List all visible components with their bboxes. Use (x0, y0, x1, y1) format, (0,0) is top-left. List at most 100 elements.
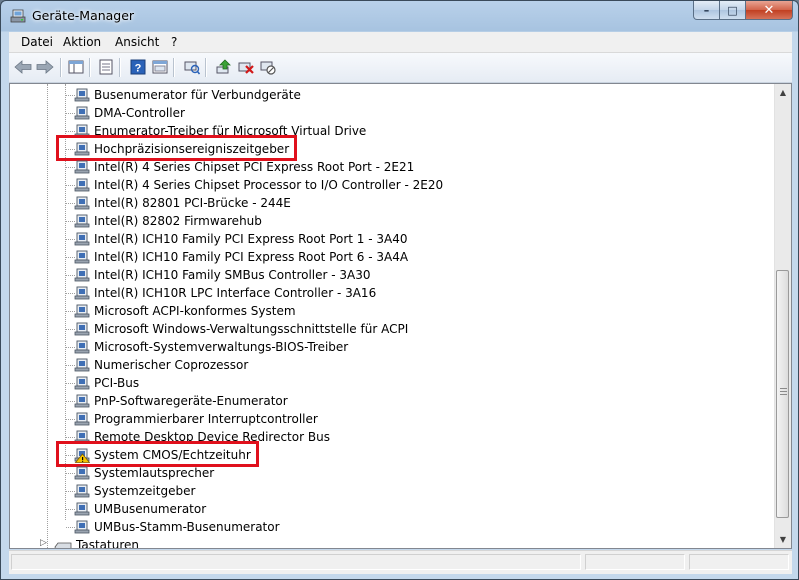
system-device-icon (74, 160, 90, 174)
device-manager-app-icon (10, 9, 26, 23)
menu-bar: Datei Aktion Ansicht ? (9, 32, 792, 53)
title-bar[interactable]: Geräte-Manager – □ ✕ (1, 1, 798, 31)
properties-icon (99, 59, 113, 75)
tree-item-device[interactable]: Busenumerator für Verbundgeräte (10, 86, 775, 104)
scroll-down-arrow-icon: ▼ (779, 535, 787, 544)
tree-item-label: Systemzeitgeber (94, 484, 196, 498)
tree-item-label: Numerischer Coprozessor (94, 358, 249, 372)
tree-item-device[interactable]: Microsoft Windows-Verwaltungsschnittstel… (10, 320, 775, 338)
toolbar: ? (9, 53, 792, 83)
close-button[interactable]: ✕ (746, 1, 793, 20)
forward-icon (36, 60, 54, 74)
tree-item-device[interactable]: Systemlautsprecher (10, 464, 775, 482)
thumb-grip (780, 394, 787, 395)
menu-aktion[interactable]: Aktion (63, 35, 101, 49)
uninstall-button[interactable] (237, 58, 255, 76)
tree-item-device[interactable]: Programmierbarer Interruptcontroller (10, 410, 775, 428)
tree-item-device[interactable]: Microsoft ACPI-konformes System (10, 302, 775, 320)
window-title: Geräte-Manager (32, 8, 135, 23)
system-device-icon (74, 484, 90, 498)
thumb-grip (780, 391, 787, 392)
tree-item-device[interactable]: Intel(R) ICH10 Family SMBus Controller -… (10, 266, 775, 284)
toolbar-separator (89, 58, 91, 77)
scroll-up-button[interactable]: ▲ (775, 84, 791, 101)
device-tree-panel: Busenumerator für Verbundgeräte DMA-Contr… (9, 83, 792, 549)
back-icon (14, 60, 32, 74)
status-pane-3 (689, 554, 789, 570)
tree-item-label: Intel(R) ICH10 Family SMBus Controller -… (94, 268, 371, 282)
toolbar-separator (205, 58, 207, 77)
toolbar-separator (60, 58, 62, 77)
status-pane-main (11, 554, 581, 570)
minimize-button[interactable]: – (693, 1, 720, 20)
status-bar (9, 550, 792, 574)
tree-item-label: Busenumerator für Verbundgeräte (94, 88, 301, 102)
system-device-icon (74, 376, 90, 390)
tree-item-device[interactable]: Intel(R) ICH10 Family PCI Express Root P… (10, 230, 775, 248)
tree-item-device[interactable]: PCI-Bus (10, 374, 775, 392)
tree-item-device[interactable]: DMA-Controller (10, 104, 775, 122)
menu-help[interactable]: ? (171, 35, 177, 49)
system-device-icon (74, 196, 90, 210)
vertical-scrollbar[interactable]: ▲ ▼ (774, 84, 791, 548)
maximize-icon: □ (727, 3, 738, 17)
tree-category-keyboards[interactable]: ▷ Tastaturen (10, 536, 775, 549)
keyboard-icon (54, 542, 72, 548)
disable-device-button[interactable] (259, 58, 277, 76)
scan-hardware-button[interactable] (183, 58, 201, 76)
device-tree[interactable]: Busenumerator für Verbundgeräte DMA-Contr… (10, 84, 775, 548)
tree-view-icon (68, 60, 84, 74)
properties-button[interactable] (97, 58, 115, 76)
expand-arrow-icon[interactable]: ▷ (40, 538, 47, 548)
tree-item-device[interactable]: Intel(R) 4 Series Chipset Processor to I… (10, 176, 775, 194)
maximize-button[interactable]: □ (720, 1, 746, 20)
system-device-icon (74, 268, 90, 282)
tree-item-label: Intel(R) 4 Series Chipset PCI Express Ro… (94, 160, 415, 174)
status-pane-2 (585, 554, 685, 570)
scan-hardware-icon (184, 61, 200, 75)
tree-item-device[interactable]: UMBus-Stamm-Busenumerator (10, 518, 775, 536)
update-driver-button[interactable] (215, 58, 233, 76)
tree-item-device[interactable]: Intel(R) 82802 Firmwarehub (10, 212, 775, 230)
tree-item-device[interactable]: Intel(R) 4 Series Chipset PCI Express Ro… (10, 158, 775, 176)
console-button[interactable] (151, 58, 169, 76)
tree-item-label: Intel(R) 82801 PCI-Brücke - 244E (94, 196, 291, 210)
svg-text:?: ? (135, 63, 142, 75)
scroll-thumb[interactable] (776, 270, 789, 518)
toolbar-separator (173, 58, 175, 77)
system-device-icon (74, 358, 90, 372)
tree-item-device[interactable]: Intel(R) ICH10 Family PCI Express Root P… (10, 248, 775, 266)
scroll-down-button[interactable]: ▼ (775, 531, 791, 548)
tree-item-device[interactable]: PnP-Softwaregeräte-Enumerator (10, 392, 775, 410)
forward-button[interactable] (36, 58, 54, 76)
update-driver-icon (216, 59, 231, 74)
tree-item-device[interactable]: UMBusenumerator (10, 500, 775, 518)
tree-item-label: Intel(R) ICH10 Family PCI Express Root P… (94, 232, 408, 246)
help-button[interactable]: ? (129, 58, 147, 76)
close-icon: ✕ (763, 2, 775, 18)
tree-category-label: Tastaturen (76, 538, 139, 549)
tree-item-device[interactable]: Numerischer Coprozessor (10, 356, 775, 374)
system-device-icon (74, 286, 90, 300)
tree-item-device[interactable]: Systemzeitgeber (10, 482, 775, 500)
tree-item-device[interactable]: System CMOS/Echtzeituhr (10, 441, 775, 467)
show-hide-tree-button[interactable] (67, 58, 85, 76)
tree-item-label: UMBus-Stamm-Busenumerator (94, 520, 280, 534)
back-button[interactable] (14, 58, 32, 76)
menu-datei[interactable]: Datei (21, 35, 53, 49)
tree-item-label: Microsoft ACPI-konformes System (94, 304, 296, 318)
tree-item-device[interactable]: Hochpräzisionsereigniszeitgeber (10, 135, 775, 161)
tree-item-label: Microsoft-Systemverwaltungs-BIOS-Treiber (94, 340, 349, 354)
system-device-icon (74, 106, 90, 120)
system-device-icon (74, 466, 90, 480)
tree-item-device[interactable]: Intel(R) ICH10R LPC Interface Controller… (10, 284, 775, 302)
tree-item-device[interactable]: Microsoft-Systemverwaltungs-BIOS-Treiber (10, 338, 775, 356)
caption-buttons: – □ ✕ (693, 1, 793, 21)
menu-ansicht[interactable]: Ansicht (115, 35, 159, 49)
tree-item-label: Intel(R) ICH10R LPC Interface Controller… (94, 286, 377, 300)
tree-item-device[interactable]: Intel(R) 82801 PCI-Brücke - 244E (10, 194, 775, 212)
tree-item-label: PnP-Softwaregeräte-Enumerator (94, 394, 288, 408)
system-device-icon (74, 394, 90, 408)
system-device-icon (74, 178, 90, 192)
scroll-up-arrow-icon: ▲ (779, 88, 787, 97)
